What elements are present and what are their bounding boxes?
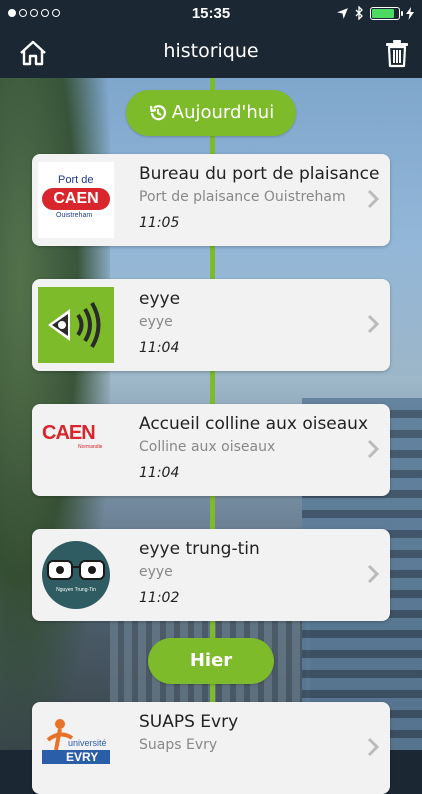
item-time: 11:04 [139,340,180,356]
universite-evry-logo: université EVRY [38,710,114,786]
location-arrow-icon [337,7,348,19]
history-item[interactable]: eyye eyye 11:04 [32,279,390,371]
item-title: eyye trung-tin [139,539,260,559]
chevron-right-icon [367,439,380,459]
item-subtitle: Colline aux oiseaux [139,439,276,455]
history-item[interactable]: université EVRY SUAPS Evry Suaps Evry [32,702,390,794]
svg-text:Nguyen Trung-Tin: Nguyen Trung-Tin [56,587,96,593]
item-title: eyye [139,289,181,309]
caen-logo: CAEN Normandie [42,422,103,450]
history-item[interactable]: Port de CAEN Ouistreham Bureau du port d… [32,154,390,246]
trash-icon[interactable] [382,38,412,68]
charging-bolt-icon [406,6,414,20]
item-time: 11:02 [139,590,180,606]
item-subtitle: eyye [139,314,173,330]
item-title: Bureau du port de plaisance [139,164,380,184]
item-time: 11:05 [139,215,180,231]
today-label: Aujourd'hui [171,102,275,123]
date-header-yesterday: Hier [148,638,274,684]
item-time: 11:04 [139,465,180,481]
bluetooth-icon [355,6,363,20]
item-subtitle: Port de plaisance Ouistreham [139,189,346,205]
chevron-right-icon [367,564,380,584]
chevron-right-icon [367,189,380,209]
nav-header: historique [0,28,422,78]
page-title: historique [163,40,259,62]
item-title: SUAPS Evry [139,712,239,732]
history-item[interactable]: Nguyen Trung-Tin eyye trung-tin eyye 11:… [32,529,390,621]
chevron-right-icon [367,737,380,757]
history-item[interactable]: CAEN Normandie Accueil colline aux oisea… [32,404,390,496]
port-de-caen-logo: Port de CAEN Ouistreham [38,162,114,238]
eyye-logo [38,287,114,363]
yesterday-label: Hier [189,650,233,671]
item-title: Accueil colline aux oiseaux [139,414,369,434]
battery-icon [370,6,403,20]
date-header-today: Aujourd'hui [126,90,296,136]
status-bar: 15:35 [0,0,422,28]
history-icon [149,105,166,121]
item-subtitle: eyye [139,564,173,580]
item-subtitle: Suaps Evry [139,737,218,753]
trung-tin-avatar: Nguyen Trung-Tin [38,537,114,613]
chevron-right-icon [367,314,380,334]
